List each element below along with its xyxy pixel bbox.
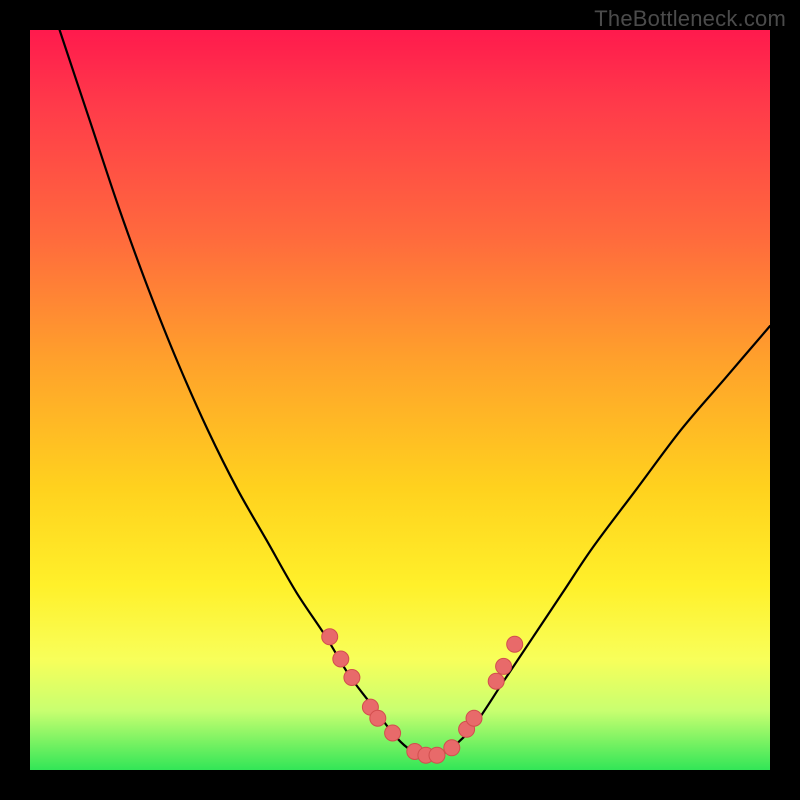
marker-point bbox=[385, 725, 401, 741]
marker-point bbox=[370, 710, 386, 726]
marker-point bbox=[496, 658, 512, 674]
marker-point bbox=[322, 629, 338, 645]
marker-point bbox=[444, 740, 460, 756]
marker-point bbox=[466, 710, 482, 726]
chart-stage: TheBottleneck.com bbox=[0, 0, 800, 800]
watermark-text: TheBottleneck.com bbox=[594, 6, 786, 32]
curve-overlay bbox=[30, 30, 770, 770]
bottleneck-curve bbox=[60, 30, 770, 756]
marker-point bbox=[333, 651, 349, 667]
marker-point bbox=[344, 670, 360, 686]
marker-point bbox=[429, 747, 445, 763]
marker-point bbox=[507, 636, 523, 652]
highlight-markers bbox=[322, 629, 523, 763]
plot-area bbox=[30, 30, 770, 770]
marker-point bbox=[488, 673, 504, 689]
